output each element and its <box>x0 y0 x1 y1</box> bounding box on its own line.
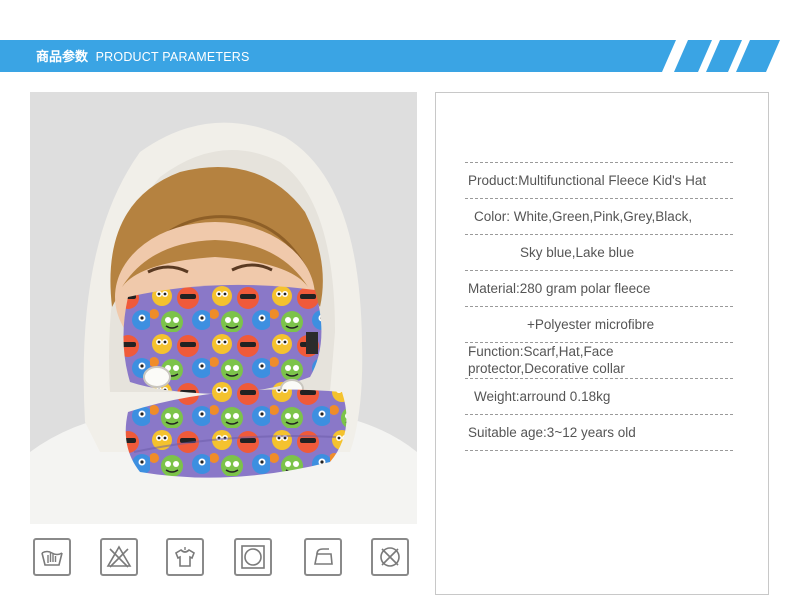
care-instructions <box>30 538 420 582</box>
param-color-line1: Color: White,Green,Pink,Grey,Black, <box>474 209 693 224</box>
banner-background <box>0 40 780 72</box>
tumble-dry-icon <box>234 538 272 576</box>
param-age: Suitable age:3~12 years old <box>468 425 636 440</box>
param-material-line1: Material:280 gram polar fleece <box>468 281 651 296</box>
hand-wash-icon <box>33 538 71 576</box>
param-product: Product:Multifunctional Fleece Kid's Hat <box>468 173 707 188</box>
parameter-list: Product:Multifunctional Fleece Kid's Hat… <box>465 162 733 451</box>
param-color-line2: Sky blue,Lake blue <box>520 245 635 260</box>
child-wearing-hood-illustration <box>30 92 417 524</box>
section-title-cn: 商品参数 <box>36 49 89 64</box>
param-material-line2: +Polyester microfibre <box>527 317 655 332</box>
parameters-panel: Product:Multifunctional Fleece Kid's Hat… <box>435 92 769 595</box>
do-not-dry-clean-icon <box>371 538 409 576</box>
hang-dry-icon <box>166 538 204 576</box>
divider <box>465 450 733 451</box>
section-title: 商品参数 PRODUCT PARAMETERS <box>36 49 250 65</box>
param-weight: Weight:arround 0.18kg <box>474 389 611 404</box>
header-banner: 商品参数 PRODUCT PARAMETERS <box>0 0 790 80</box>
do-not-bleach-icon <box>100 538 138 576</box>
section-title-en: PRODUCT PARAMETERS <box>95 50 250 64</box>
product-photo <box>30 92 417 524</box>
iron-icon <box>304 538 342 576</box>
param-function: Function:Scarf,Hat,Face protector,Decora… <box>468 344 625 376</box>
